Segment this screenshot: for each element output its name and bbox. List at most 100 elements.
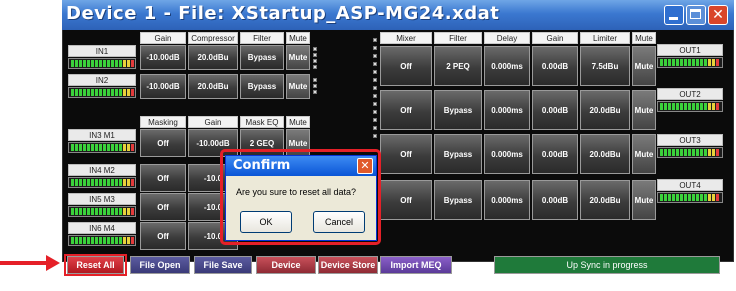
- col-header-out-mute: Mute: [632, 32, 656, 44]
- dialog-title: Confirm: [233, 158, 291, 173]
- col-header-mask-eq: Mask EQ: [240, 116, 284, 128]
- connector-node: [373, 38, 377, 42]
- channel-label-out3: OUT3: [657, 134, 723, 146]
- in2-filter-button[interactable]: Bypass: [240, 74, 284, 99]
- out4-mute-button[interactable]: Mute: [632, 180, 656, 220]
- cancel-button[interactable]: Cancel: [313, 211, 365, 233]
- import-meq-data-button[interactable]: Import MEQ Data: [380, 256, 452, 287]
- maximize-icon[interactable]: [686, 5, 706, 25]
- window-title: Device 1 - File: XStartup_ASP-MG24.xdat: [66, 3, 500, 24]
- level-meter-out1: [657, 57, 723, 68]
- in2-gain-button[interactable]: -10.00dB: [140, 74, 186, 99]
- connector-node: [313, 59, 317, 63]
- connector-node: [313, 90, 317, 94]
- device-store-button[interactable]: Device Store: [318, 256, 378, 274]
- out1-delay-button[interactable]: 0.000ms: [484, 46, 530, 86]
- channel-label-in2: IN2: [68, 74, 136, 86]
- connector-node: [373, 46, 377, 50]
- out3-gain-button[interactable]: 0.00dB: [532, 134, 578, 174]
- out1-filter-button[interactable]: 2 PEQ: [434, 46, 482, 86]
- in1-mute-button[interactable]: Mute: [286, 45, 310, 70]
- channel-label-in3-m1: IN3 M1: [68, 129, 136, 141]
- col-header-masking: Masking: [140, 116, 186, 128]
- out2-mixer-button[interactable]: Off: [380, 90, 432, 130]
- col-header-mute: Mute: [286, 32, 310, 44]
- connector-node: [373, 118, 377, 122]
- out3-mixer-button[interactable]: Off: [380, 134, 432, 174]
- in1-gain-button[interactable]: -10.00dB: [140, 45, 186, 70]
- connector-node: [373, 110, 377, 114]
- out3-limiter-button[interactable]: 20.0dBu: [580, 134, 630, 174]
- col-header-compressor: Compressor: [188, 32, 238, 44]
- in4-masking-button[interactable]: Off: [140, 164, 186, 192]
- out1-mixer-button[interactable]: Off: [380, 46, 432, 86]
- connector-node: [373, 102, 377, 106]
- out4-mixer-button[interactable]: Off: [380, 180, 432, 220]
- level-meter-in6: [68, 235, 136, 246]
- connector-node: [373, 94, 377, 98]
- connector-node: [373, 126, 377, 130]
- out1-mute-button[interactable]: Mute: [632, 46, 656, 86]
- out4-delay-button[interactable]: 0.000ms: [484, 180, 530, 220]
- in1-compressor-button[interactable]: 20.0dBu: [188, 45, 238, 70]
- connector-node: [313, 78, 317, 82]
- in1-filter-button[interactable]: Bypass: [240, 45, 284, 70]
- out3-delay-button[interactable]: 0.000ms: [484, 134, 530, 174]
- connector-node: [313, 47, 317, 51]
- connector-node: [373, 134, 377, 138]
- channel-label-out2: OUT2: [657, 88, 723, 100]
- out2-gain-button[interactable]: 0.00dB: [532, 90, 578, 130]
- minimize-icon[interactable]: [664, 5, 684, 25]
- reset-all-highlight: [64, 254, 127, 276]
- col-header-delay: Delay: [484, 32, 530, 44]
- in6-masking-button[interactable]: Off: [140, 222, 186, 250]
- pointer-arrow-shaft: [0, 261, 48, 265]
- out4-limiter-button[interactable]: 20.0dBu: [580, 180, 630, 220]
- out2-filter-button[interactable]: Bypass: [434, 90, 482, 130]
- in2-mute-button[interactable]: Mute: [286, 74, 310, 99]
- level-meter-out2: [657, 101, 723, 112]
- out3-mute-button[interactable]: Mute: [632, 134, 656, 174]
- connector-node: [373, 70, 377, 74]
- in5-masking-button[interactable]: Off: [140, 193, 186, 221]
- close-icon[interactable]: ✕: [708, 5, 728, 25]
- in2-compressor-button[interactable]: 20.0dBu: [188, 74, 238, 99]
- connector-node: [313, 53, 317, 57]
- file-save-button[interactable]: File Save: [194, 256, 252, 274]
- col-header-mic-gain: Gain: [188, 116, 238, 128]
- pointer-arrow-icon: [46, 255, 60, 271]
- level-meter-in3: [68, 142, 136, 153]
- device-recall-button[interactable]: Device Recall: [256, 256, 316, 287]
- level-meter-out4: [657, 192, 723, 203]
- col-header-mic-mute: Mute: [286, 116, 310, 128]
- col-header-gain: Gain: [140, 32, 186, 44]
- in3-masking-button[interactable]: Off: [140, 129, 186, 157]
- col-header-limiter: Limiter: [580, 32, 630, 44]
- out4-gain-button[interactable]: 0.00dB: [532, 180, 578, 220]
- channel-label-in4-m2: IN4 M2: [68, 164, 136, 176]
- col-header-out-filter: Filter: [434, 32, 482, 44]
- connector-node: [313, 84, 317, 88]
- out2-mute-button[interactable]: Mute: [632, 90, 656, 130]
- connector-node: [313, 65, 317, 69]
- connector-node: [373, 54, 377, 58]
- level-meter-out3: [657, 147, 723, 158]
- out2-delay-button[interactable]: 0.000ms: [484, 90, 530, 130]
- col-header-mixer: Mixer: [380, 32, 432, 44]
- dialog-close-icon[interactable]: ✕: [357, 158, 373, 174]
- dialog-message: Are you sure to reset all data?: [236, 187, 357, 197]
- channel-label-in6-m4: IN6 M4: [68, 222, 136, 234]
- channel-label-in1: IN1: [68, 45, 136, 57]
- channel-label-out4: OUT4: [657, 179, 723, 191]
- out1-gain-button[interactable]: 0.00dB: [532, 46, 578, 86]
- ok-button[interactable]: OK: [240, 211, 292, 233]
- out4-filter-button[interactable]: Bypass: [434, 180, 482, 220]
- channel-label-out1: OUT1: [657, 44, 723, 56]
- file-open-button[interactable]: File Open: [130, 256, 190, 274]
- level-meter-in2: [68, 87, 136, 98]
- out2-limiter-button[interactable]: 20.0dBu: [580, 90, 630, 130]
- connector-node: [373, 62, 377, 66]
- out1-limiter-button[interactable]: 7.5dBu: [580, 46, 630, 86]
- out3-filter-button[interactable]: Bypass: [434, 134, 482, 174]
- col-header-out-gain: Gain: [532, 32, 578, 44]
